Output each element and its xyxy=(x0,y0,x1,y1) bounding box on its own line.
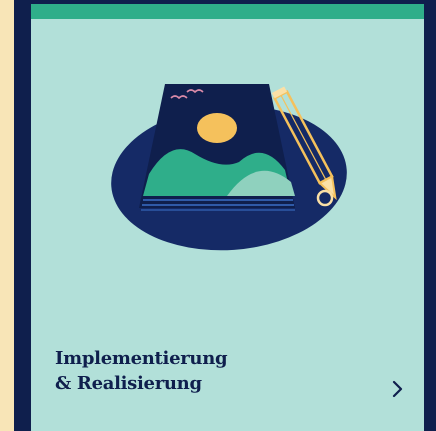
card-title: Implementierung & Realisierung xyxy=(55,346,355,396)
card-title-line-2: & Realisierung xyxy=(55,373,202,394)
previous-card-edge[interactable] xyxy=(0,0,14,431)
card-title-line-1: Implementierung xyxy=(55,348,228,369)
chevron-right-icon[interactable] xyxy=(386,377,410,401)
service-card-implementation[interactable]: Implementierung & Realisierung xyxy=(31,0,424,431)
card-accent-bar xyxy=(31,0,424,19)
card-carousel: Implementierung & Realisierung xyxy=(0,0,436,431)
landscape-picture-with-pencil-icon xyxy=(111,84,347,251)
